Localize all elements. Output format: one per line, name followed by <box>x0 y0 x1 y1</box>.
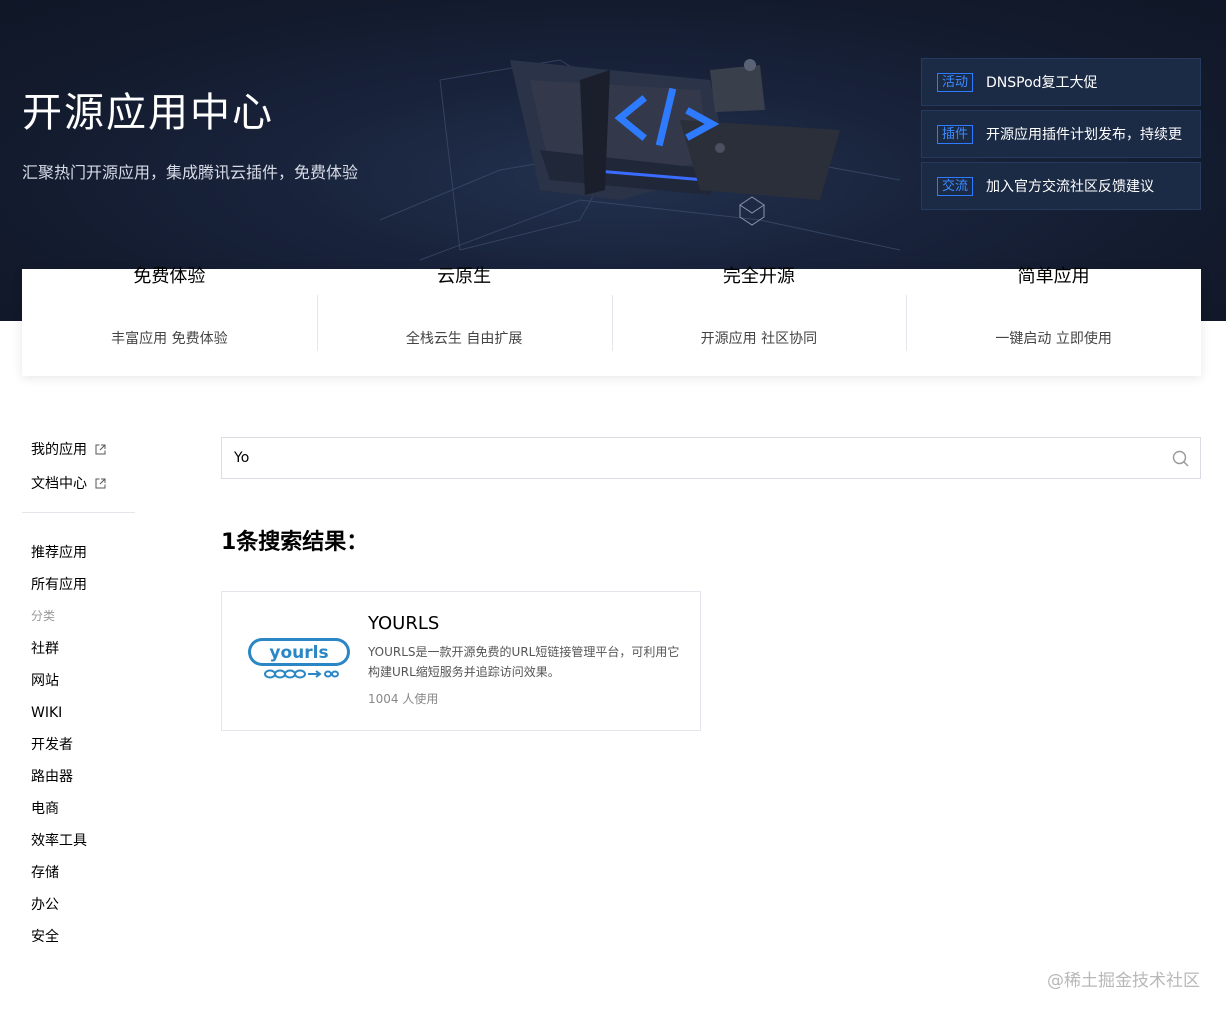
feature-title: 完全开源 <box>722 265 795 287</box>
sidebar-item-category[interactable]: WIKI <box>22 701 135 725</box>
notice-item[interactable]: 交流 加入官方交流社区反馈建议 <box>921 162 1201 210</box>
code-cube-illustration <box>380 59 900 261</box>
sidebar-item-category[interactable]: 存储 <box>22 861 135 885</box>
feature-item: 简单应用 一键启动 立即使用 <box>906 266 1201 351</box>
sidebar-link-label: 文档中心 <box>31 476 87 492</box>
yourls-logo: yourls <box>248 638 350 679</box>
notice-text: DNSPod复工大促 <box>986 75 1098 91</box>
sidebar-link-label: 我的应用 <box>31 442 87 458</box>
app-card[interactable]: yourls YOURLS YOURLS是一款开源免费的URL短链接管理平台，可… <box>221 591 701 731</box>
sidebar-item-category[interactable]: 社群 <box>22 637 135 661</box>
sidebar-link-my-apps[interactable]: 我的应用 <box>22 437 135 461</box>
sidebar-item-category[interactable]: 网站 <box>22 669 135 693</box>
page-subtitle: 汇聚热门开源应用，集成腾讯云插件，免费体验 <box>22 163 359 182</box>
feature-desc: 一键启动 立即使用 <box>995 330 1112 347</box>
app-usage-count: 1004 人使用 <box>368 692 439 706</box>
feature-desc: 丰富应用 免费体验 <box>111 330 228 347</box>
category-label: 分类 <box>31 609 56 623</box>
sidebar-item-recommended[interactable]: 推荐应用 <box>22 541 135 565</box>
feature-item: 免费体验 丰富应用 免费体验 <box>22 266 317 351</box>
notice-text: 加入官方交流社区反馈建议 <box>986 179 1155 195</box>
notice-list: 活动 DNSPod复工大促 插件 开源应用插件计划发布，持续更 交流 加入官方交… <box>921 58 1201 214</box>
watermark: @稀土掘金技术社区 <box>1047 971 1200 991</box>
feature-strip: 免费体验 丰富应用 免费体验 云原生 全栈云生 自由扩展 完全开源 开源应用 社… <box>22 266 1201 376</box>
app-description: YOURLS是一款开源免费的URL短链接管理平台，可利用它构建URL缩短服务并追… <box>368 645 680 679</box>
external-link-icon <box>95 444 106 454</box>
notice-tag: 活动 <box>937 72 974 92</box>
svg-text:yourls: yourls <box>269 643 328 663</box>
feature-title: 简单应用 <box>1017 265 1090 287</box>
feature-desc: 全栈云生 自由扩展 <box>405 330 523 347</box>
page-title: 开源应用中心 <box>22 90 274 136</box>
sidebar-link-docs[interactable]: 文档中心 <box>22 471 135 495</box>
sidebar-item-category[interactable]: 路由器 <box>22 765 135 789</box>
notice-item[interactable]: 插件 开源应用插件计划发布，持续更 <box>921 110 1201 158</box>
search-icon[interactable] <box>1160 438 1200 478</box>
sidebar-item-category[interactable]: 开发者 <box>22 733 135 757</box>
sidebar-item-category[interactable]: 办公 <box>22 893 135 917</box>
feature-item: 云原生 全栈云生 自由扩展 <box>316 266 612 351</box>
feature-title: 免费体验 <box>133 265 206 287</box>
sidebar: 我的应用 文档中心 推荐应用 所有应用 分类 社群 网站 WIKI 开发者 路由… <box>22 437 135 957</box>
notice-text: 开源应用插件计划发布，持续更 <box>986 127 1183 143</box>
sidebar-divider <box>22 512 135 513</box>
results-heading: 1条搜索结果： <box>221 530 369 555</box>
sidebar-item-category[interactable]: 效率工具 <box>22 829 135 853</box>
external-link-icon <box>95 478 106 488</box>
notice-item[interactable]: 活动 DNSPod复工大促 <box>921 58 1201 106</box>
search-box <box>221 437 1201 479</box>
notice-tag: 插件 <box>937 124 974 144</box>
sidebar-item-category[interactable]: 电商 <box>22 797 135 821</box>
feature-item: 完全开源 开源应用 社区协同 <box>611 266 907 351</box>
feature-desc: 开源应用 社区协同 <box>700 330 818 347</box>
sidebar-item-category[interactable]: 安全 <box>22 925 135 949</box>
sidebar-item-all-apps[interactable]: 所有应用 <box>22 573 135 597</box>
app-name: YOURLS <box>368 613 440 634</box>
feature-title: 云原生 <box>437 265 492 287</box>
notice-tag: 交流 <box>937 176 974 196</box>
search-input[interactable] <box>222 438 1160 478</box>
